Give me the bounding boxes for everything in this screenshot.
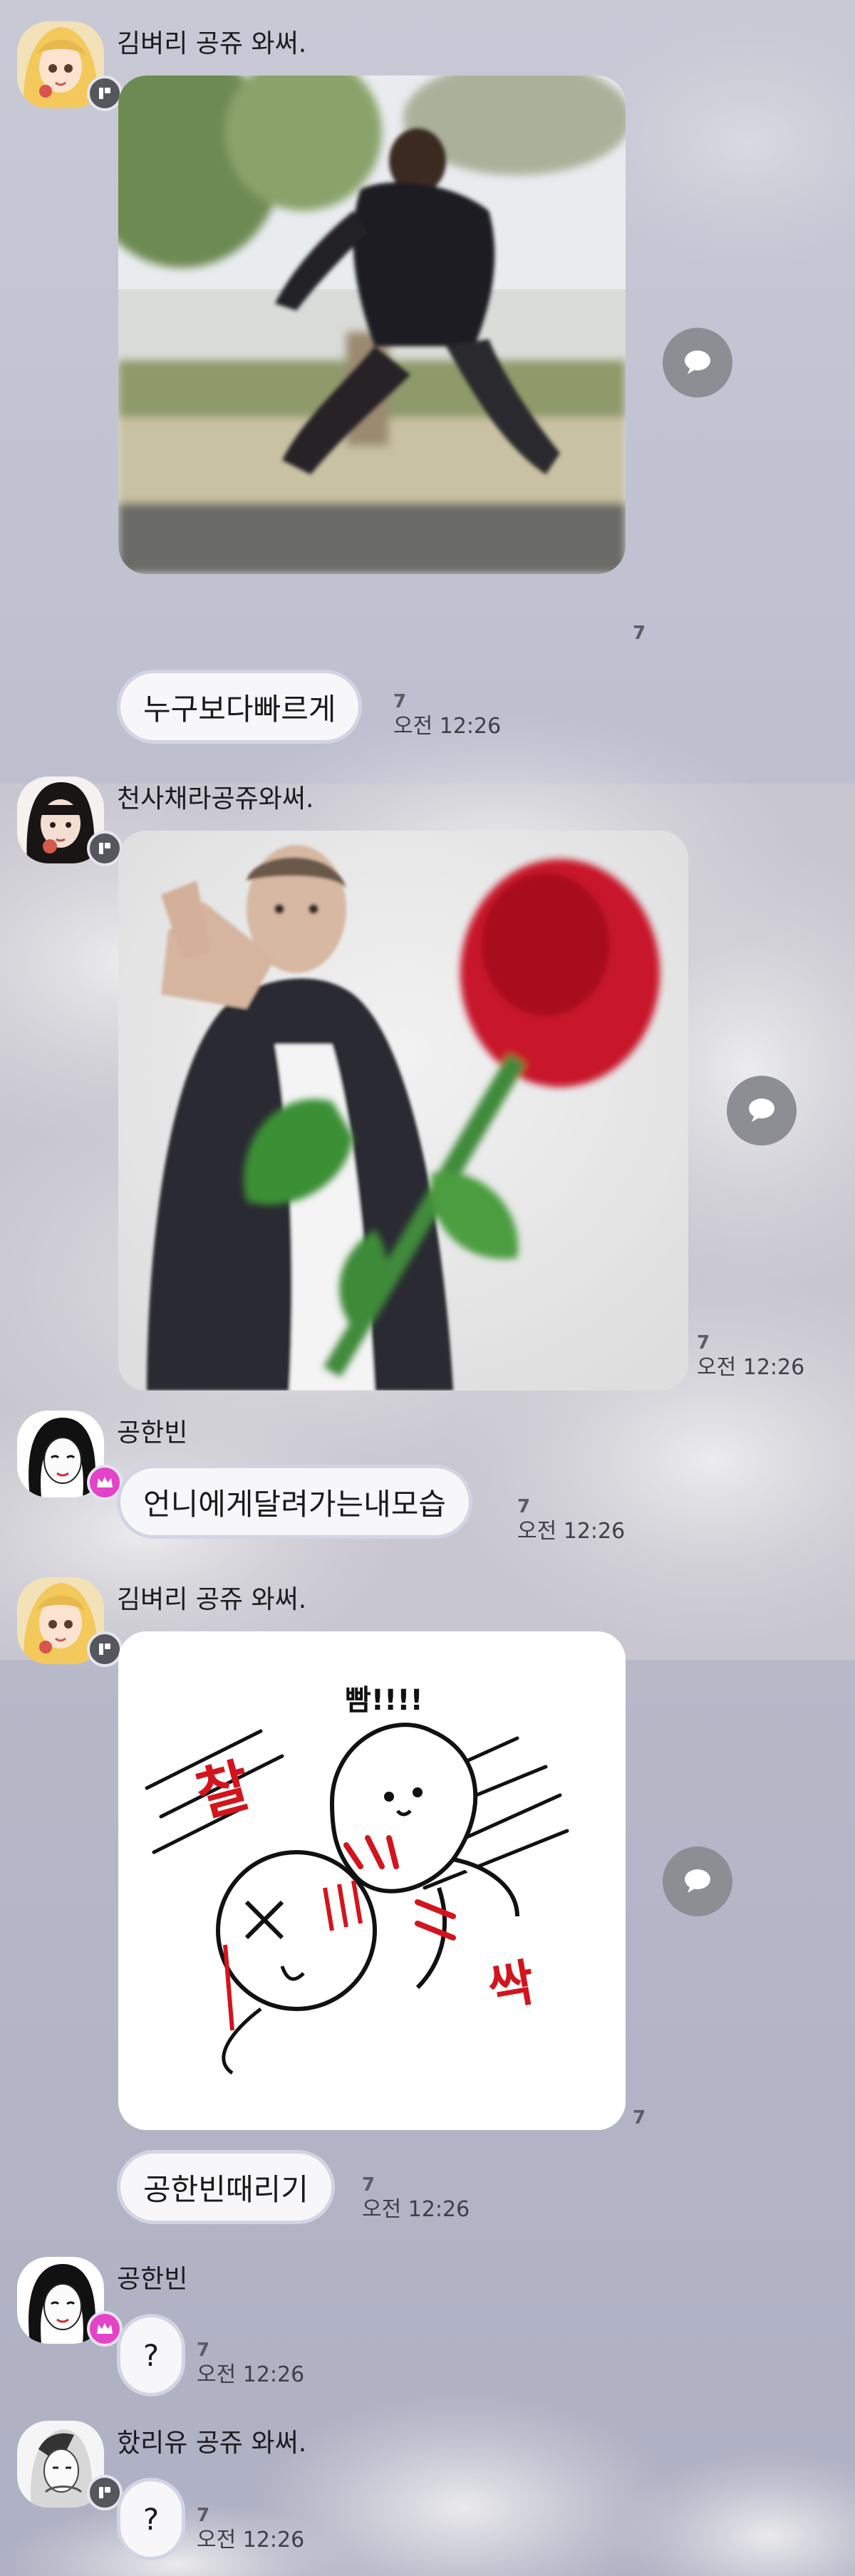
sender-name: 김벼리 공쥬 와써. (117, 1585, 307, 1614)
crown-icon (97, 2323, 113, 2334)
ghost-icon (99, 2487, 110, 2498)
sender-name: 공한빈 (117, 1418, 188, 1448)
photo-message[interactable] (118, 76, 626, 574)
timestamp: 오전 12:26 (197, 2362, 305, 2387)
timestamp: 오전 12:26 (517, 1519, 626, 1544)
sender-name: 김벼리 공쥬 와써. (117, 29, 307, 58)
message-bubble[interactable]: ? (117, 2478, 185, 2560)
timestamp: 오전 12:26 (697, 1355, 805, 1380)
timestamp: 오전 12:26 (197, 2528, 305, 2552)
ghost-icon (99, 1643, 110, 1655)
message-bubble[interactable]: 공한빈때리기 (117, 2150, 335, 2224)
unread-count: 7 (197, 2505, 210, 2526)
unread-count: 7 (697, 1332, 710, 1354)
chat-bubble-icon (749, 1099, 774, 1122)
timestamp: 오전 12:26 (362, 2197, 470, 2222)
avatar[interactable] (17, 1577, 123, 1667)
sender-name: 공한빈 (117, 2265, 188, 2294)
share-button[interactable] (663, 1847, 732, 1916)
share-button[interactable] (663, 328, 732, 398)
avatar[interactable] (17, 21, 123, 111)
ghost-icon (99, 843, 110, 854)
unread-count: 7 (517, 1496, 531, 1517)
unread-count: 7 (393, 691, 407, 712)
sender-name: 핬리유 공쥬 와써. (117, 2429, 307, 2458)
ghost-icon (99, 88, 110, 99)
avatar[interactable] (17, 1411, 123, 1500)
avatar[interactable] (17, 2257, 123, 2347)
ghost-badge (87, 831, 123, 866)
unread-count: 7 (197, 2339, 210, 2361)
avatar[interactable] (17, 777, 123, 866)
timestamp: 오전 12:26 (393, 714, 502, 739)
sticker-text-bbam: 빰!!!! (345, 1684, 423, 1717)
chat-bubble-icon (685, 350, 710, 374)
sender-name: 천사채라공쥬와써. (117, 784, 314, 814)
crown-icon (97, 1477, 113, 1487)
photo-message[interactable] (118, 831, 688, 1391)
unread-count: 7 (633, 2107, 646, 2129)
unread-count: 7 (633, 623, 646, 644)
message-bubble[interactable]: 언니에게달려가는내모습 (117, 1465, 473, 1539)
ghost-badge (87, 76, 123, 111)
chat-bubble-icon (685, 1869, 710, 1893)
share-button[interactable] (727, 1076, 797, 1146)
ghost-badge (87, 1631, 123, 1667)
unread-count: 7 (362, 2174, 375, 2196)
message-bubble[interactable]: ? (117, 2314, 185, 2396)
sticker-message[interactable]: 빰!!!! 찰 싹 (118, 1631, 626, 2130)
message-bubble[interactable]: 누구보다빠르게 (117, 670, 363, 744)
avatar[interactable] (17, 2421, 123, 2510)
